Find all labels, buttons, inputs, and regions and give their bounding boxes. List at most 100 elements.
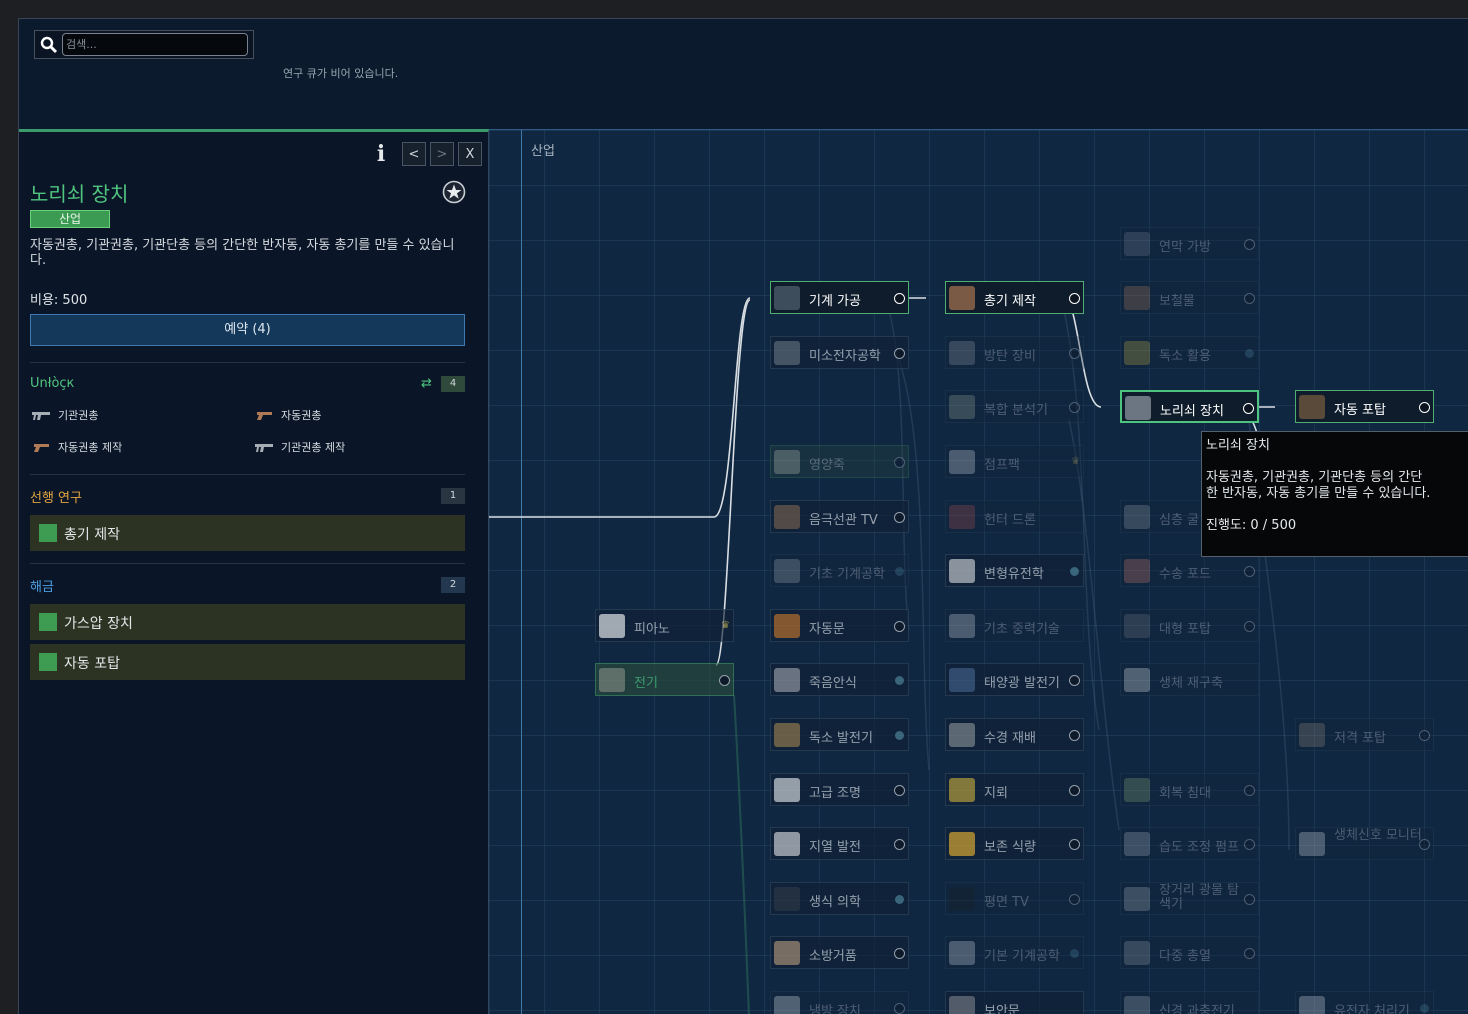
star-icon: [719, 675, 730, 686]
research-node-icon: [949, 395, 975, 419]
research-node[interactable]: 변형유전학: [945, 554, 1084, 587]
status-dot-icon: [1070, 949, 1079, 958]
research-node[interactable]: 기초 중력기술: [945, 609, 1084, 642]
research-node-label: 소방거품: [809, 949, 857, 964]
research-node[interactable]: 자동문: [770, 609, 909, 642]
research-node[interactable]: 헌터 드론: [945, 500, 1084, 533]
research-node[interactable]: 총기 제작: [945, 281, 1084, 314]
research-node[interactable]: 연막 가방: [1120, 227, 1259, 260]
unlock-item[interactable]: 자동권총 제작: [32, 440, 122, 456]
research-node[interactable]: 장거리 광물 탐색기: [1120, 882, 1259, 915]
next-button[interactable]: >: [430, 142, 454, 166]
research-node[interactable]: 고급 조명: [770, 773, 909, 806]
research-node[interactable]: 냉방 장치: [770, 991, 909, 1014]
research-node-icon: [774, 668, 800, 692]
research-node[interactable]: 복합 분석기: [945, 390, 1084, 423]
prev-button[interactable]: <: [402, 142, 426, 166]
research-node-label: 피아노: [634, 622, 670, 637]
leads-count-badge: 2: [441, 577, 465, 593]
research-tree[interactable]: 산업 연막 가방 기계 가공 총기 제작 보철물 미소전자공학 방탄 장비 독소…: [489, 129, 1468, 1014]
leads-item[interactable]: 가스압 장치: [30, 604, 465, 640]
reserve-button[interactable]: 예약 (4): [30, 314, 465, 346]
research-node-icon: [1124, 286, 1150, 310]
research-node-label: 생식 의학: [809, 895, 861, 910]
research-node-icon: [774, 778, 800, 802]
research-node[interactable]: 평면 TV: [945, 882, 1084, 915]
research-node[interactable]: 생체 재구축: [1120, 663, 1259, 696]
research-node-label: 태양광 발전기: [984, 676, 1060, 691]
unlock-section-title: Unłòçк: [30, 376, 75, 391]
unlock-item-label: 기관권총: [58, 409, 99, 422]
research-node-icon: [1299, 723, 1325, 747]
research-node-label: 습도 조정 펌프: [1159, 840, 1240, 855]
research-node[interactable]: 점프팩 ♛: [945, 445, 1084, 478]
status-dot-icon: [895, 731, 904, 740]
research-node[interactable]: 태양광 발전기: [945, 663, 1084, 696]
research-node[interactable]: 피아노 ♛: [595, 609, 734, 642]
research-node-selected[interactable]: 노리쇠 장치: [1120, 390, 1259, 423]
research-node[interactable]: 저격 포탑: [1295, 718, 1434, 751]
research-node[interactable]: 기초 기계공학: [770, 554, 909, 587]
research-node[interactable]: 방탄 장비: [945, 336, 1084, 369]
research-node[interactable]: 죽음안식: [770, 663, 909, 696]
research-node-label: 기초 중력기술: [984, 622, 1060, 637]
research-node[interactable]: 회복 침대: [1120, 773, 1259, 806]
research-node[interactable]: 소방거품: [770, 936, 909, 969]
research-node[interactable]: 생체신호 모니터: [1295, 827, 1434, 860]
search-input[interactable]: [62, 33, 248, 56]
research-node[interactable]: 미소전자공학: [770, 336, 909, 369]
research-node-icon: [949, 832, 975, 856]
research-node-label: 생체신호 모니터: [1334, 828, 1422, 843]
research-node[interactable]: 음극선관 TV: [770, 500, 909, 533]
unlock-item[interactable]: 자동권총: [255, 408, 321, 424]
prereq-item[interactable]: 총기 제작: [30, 515, 465, 551]
research-node-label: 신경 과충전기: [1159, 1004, 1235, 1014]
research-node-label: 음극선관 TV: [809, 513, 878, 528]
research-node[interactable]: 지열 발전: [770, 827, 909, 860]
research-node[interactable]: 독소 발전기: [770, 718, 909, 751]
star-icon: [894, 348, 905, 359]
research-node[interactable]: 보안문: [945, 991, 1084, 1014]
research-node[interactable]: 대형 포탑: [1120, 609, 1259, 642]
research-tooltip: 노리쇠 장치 자동권총, 기관권총, 기관단총 등의 간단한 반자동, 자동 총…: [1201, 431, 1468, 557]
divider: [30, 362, 465, 363]
research-node-icon: [1124, 832, 1150, 856]
leads-item[interactable]: 자동 포탑: [30, 644, 465, 680]
research-node[interactable]: 보존 식량: [945, 827, 1084, 860]
unlock-item[interactable]: 기관권총: [32, 408, 98, 424]
research-node[interactable]: 수송 포드: [1120, 554, 1259, 587]
swap-icon[interactable]: ⇄: [421, 377, 435, 391]
research-node-icon: [774, 559, 800, 583]
research-node[interactable]: 지뢰: [945, 773, 1084, 806]
research-node[interactable]: 독소 활용: [1120, 336, 1259, 369]
research-node-label: 보안문: [984, 1004, 1020, 1014]
research-star-icon: [442, 180, 466, 204]
research-node[interactable]: 습도 조정 펌프: [1120, 827, 1259, 860]
status-square: [39, 524, 57, 542]
research-node-label: 생체 재구축: [1159, 676, 1223, 691]
research-node[interactable]: 유전자 처리기: [1295, 991, 1434, 1014]
pistol-icon: [34, 444, 49, 452]
research-node-label: 영양죽: [809, 458, 845, 473]
research-node[interactable]: 신경 과충전기: [1120, 991, 1259, 1014]
research-node[interactable]: 전기: [595, 663, 734, 696]
unlock-item[interactable]: 기관권총 제작: [255, 440, 345, 456]
star-icon: [894, 512, 905, 523]
research-node[interactable]: 다중 총열: [1120, 936, 1259, 969]
research-node[interactable]: 기계 가공: [770, 281, 909, 314]
research-node-icon: [774, 887, 800, 911]
star-icon: [1069, 894, 1080, 905]
research-node[interactable]: 자동 포탑: [1295, 390, 1434, 423]
research-node-icon: [774, 941, 800, 965]
research-node[interactable]: 생식 의학: [770, 882, 909, 915]
research-node-icon: [949, 996, 975, 1014]
research-node[interactable]: 수경 재배: [945, 718, 1084, 751]
research-node-icon: [1124, 341, 1150, 365]
research-node-label: 전기: [634, 676, 658, 691]
research-node[interactable]: 영양죽: [770, 445, 909, 478]
research-node[interactable]: 보철물: [1120, 281, 1259, 314]
info-icon[interactable]: i: [370, 141, 392, 167]
close-button[interactable]: X: [458, 142, 482, 166]
research-node-icon: [949, 723, 975, 747]
research-node[interactable]: 기본 기계공학: [945, 936, 1084, 969]
